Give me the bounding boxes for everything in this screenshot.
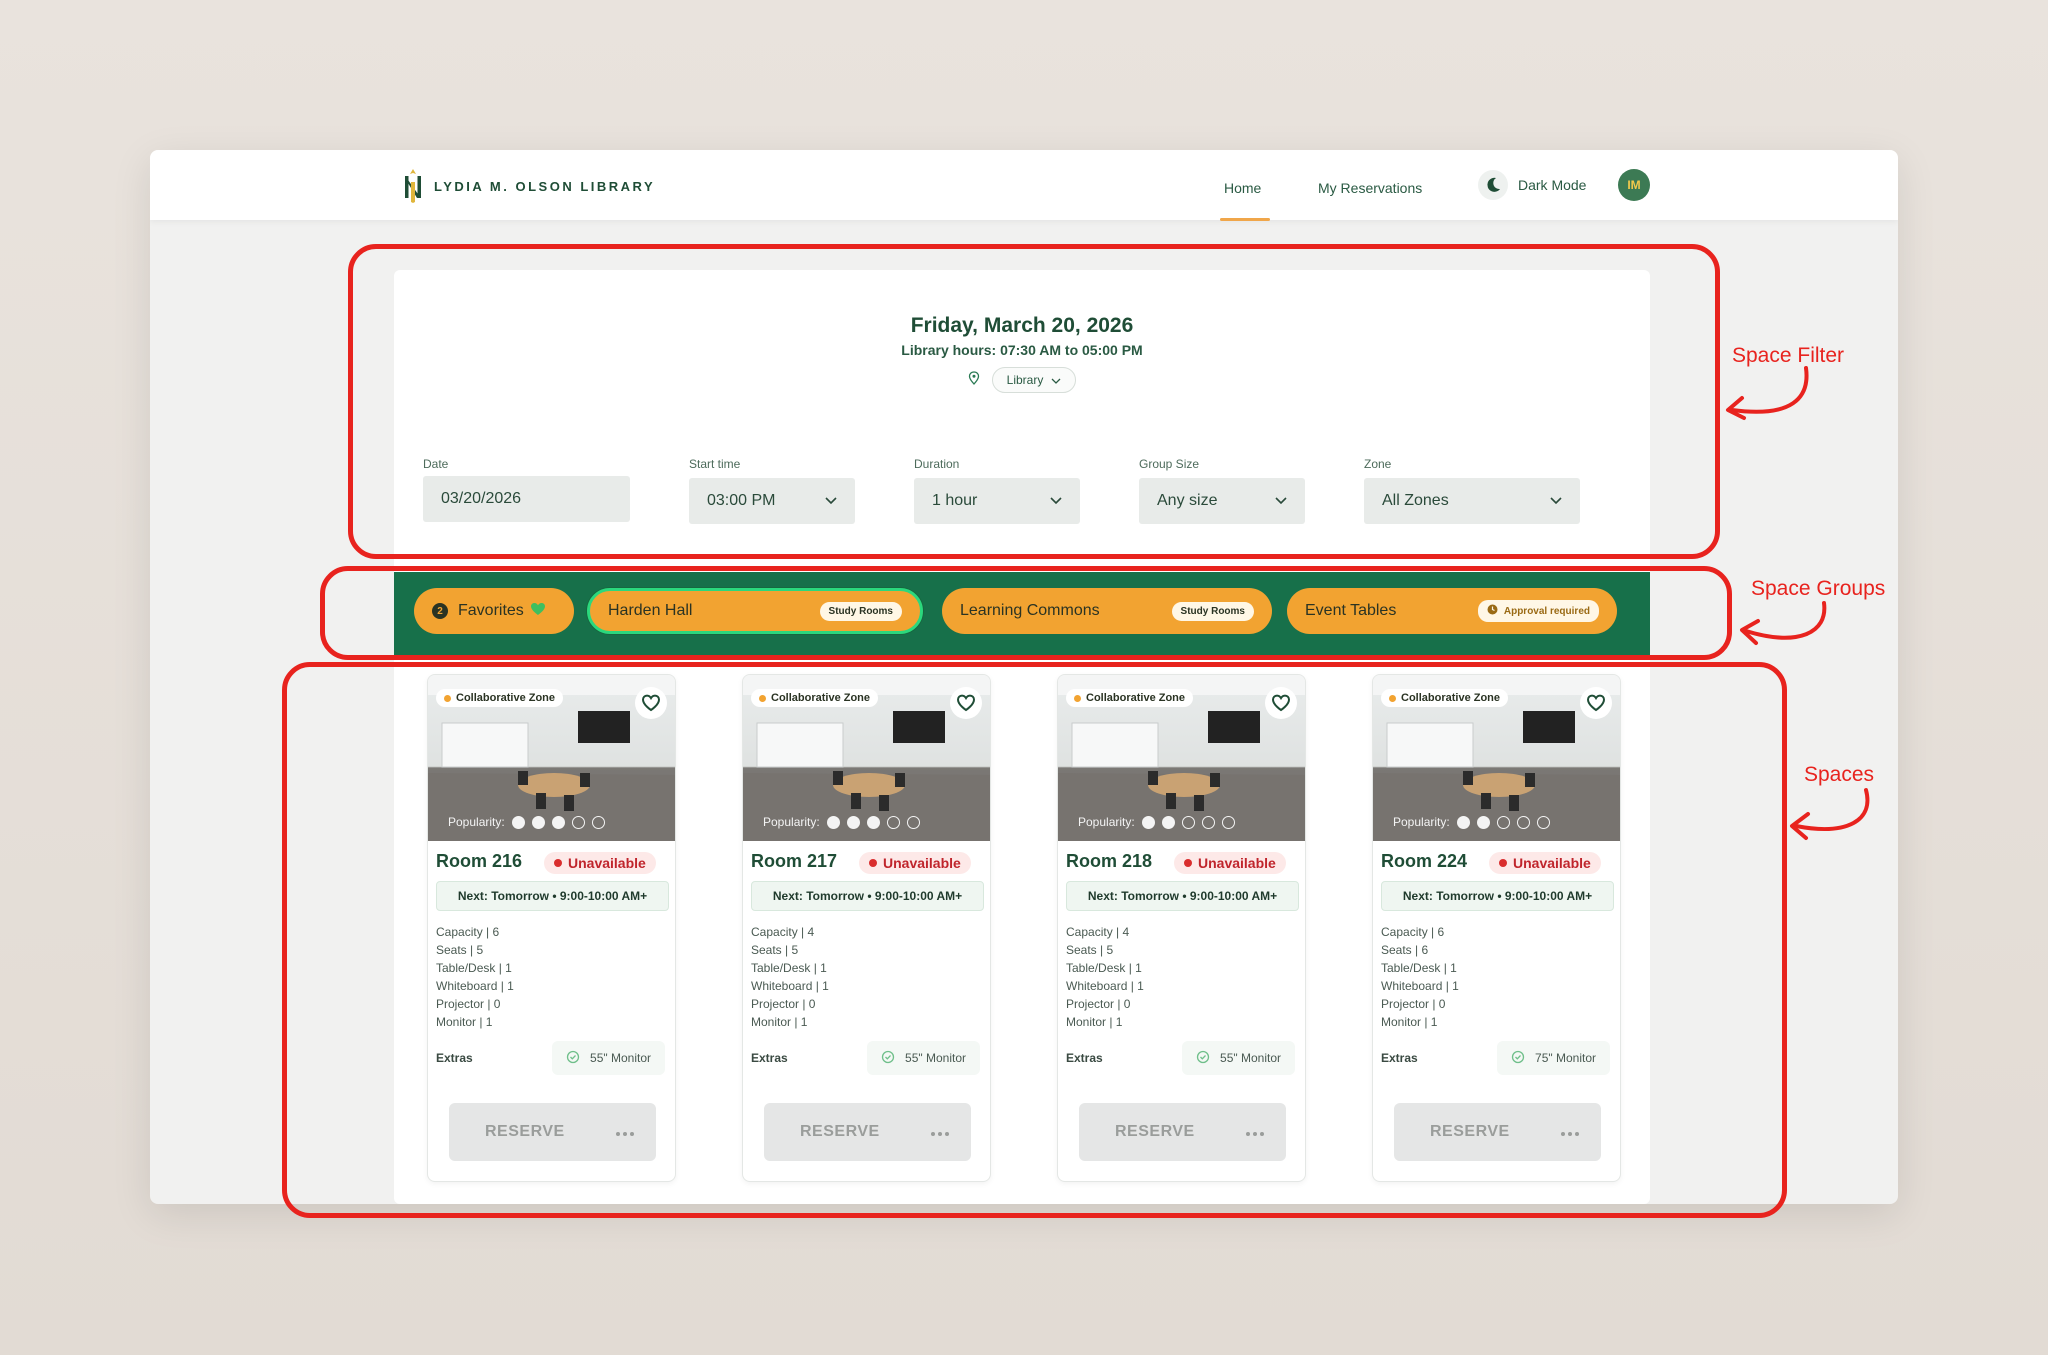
active-nav-indicator	[1220, 218, 1270, 221]
logo-text: LYDIA M. OLSON LIBRARY	[434, 178, 656, 194]
annotation-box-space-groups	[320, 566, 1732, 660]
top-navigation-bar: LYDIA M. OLSON LIBRARY Home My Reservati…	[150, 150, 1898, 221]
annotation-arrow-icon	[1790, 788, 1870, 840]
moon-icon	[1478, 170, 1508, 200]
annotation-arrow-icon	[1740, 601, 1827, 645]
nav-home[interactable]: Home	[1224, 180, 1261, 196]
annotation-box-space-filter	[348, 244, 1720, 559]
annotation-label-spaces: Spaces	[1804, 763, 1875, 786]
dark-mode-label: Dark Mode	[1518, 177, 1587, 193]
library-crest-icon	[405, 169, 421, 203]
library-logo[interactable]: LYDIA M. OLSON LIBRARY	[400, 168, 655, 204]
annotation-arrow-icon	[1726, 366, 1809, 420]
annotation-box-spaces	[282, 662, 1787, 1218]
annotation-label-space-filter: Space Filter	[1732, 344, 1845, 367]
dark-mode-toggle[interactable]: Dark Mode	[1478, 170, 1586, 200]
user-avatar[interactable]: IM	[1618, 169, 1650, 201]
nav-my-reservations[interactable]: My Reservations	[1318, 180, 1422, 196]
